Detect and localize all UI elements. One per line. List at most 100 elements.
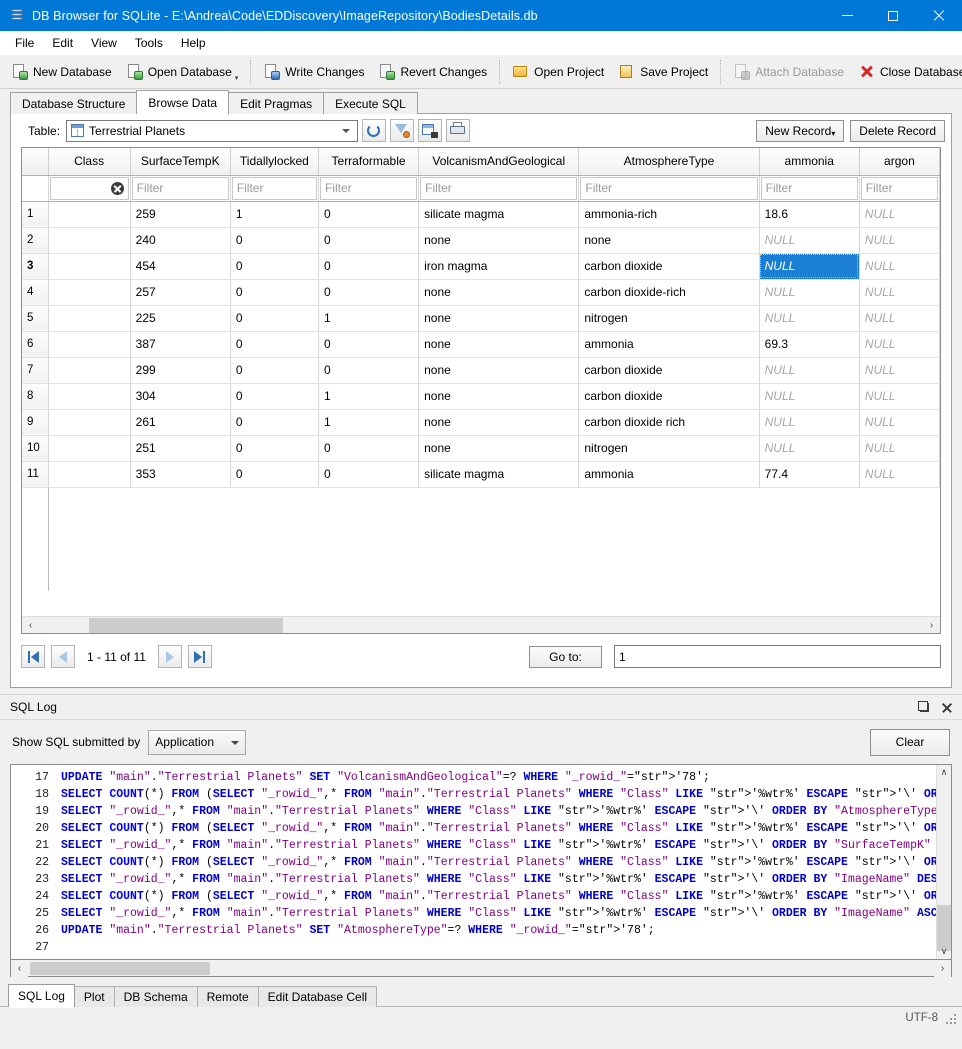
filter-cell-ammonia[interactable]: Filter [759,175,860,202]
cell-argon[interactable]: NULL [859,435,940,462]
scroll-down-icon[interactable]: ∨ [937,944,951,959]
scroll-right-icon[interactable]: › [934,959,951,977]
table-row[interactable]: 10 251 0 0 none nitrogen NULL NULL [22,435,940,462]
cell-terraformable[interactable]: 0 [318,461,420,488]
minimize-button[interactable] [824,0,870,31]
table-row[interactable]: 8 304 0 1 none carbon dioxide NULL NULL [22,383,940,410]
chevron-down-icon[interactable]: ▾ [235,74,239,82]
cell-class[interactable] [48,461,131,488]
table-row[interactable]: 9 261 0 1 none carbon dioxide rich NULL NULL [22,409,940,436]
cell-atmospheretype[interactable]: carbon dioxide-rich [578,279,760,306]
table-row[interactable]: 2 240 0 0 none none NULL NULL [22,227,940,254]
cell-atmospheretype[interactable]: carbon dioxide [578,253,760,280]
cell-volcanismandgeological[interactable]: none [418,409,580,436]
scroll-right-icon[interactable]: › [923,616,940,633]
cell-atmospheretype[interactable]: ammonia [578,461,760,488]
show-sql-select[interactable]: Application [148,729,247,755]
bottom-tab-edit-database-cell[interactable]: Edit Database Cell [257,986,378,1007]
cell-surfacetempk[interactable]: 299 [130,357,231,384]
cell-ammonia[interactable]: NULL [759,409,860,436]
cell-tidallylocked[interactable]: 0 [230,331,319,358]
go-first-button[interactable] [21,645,45,668]
save-project-button[interactable]: Save Project [611,59,715,85]
grid-corner-header[interactable] [22,148,49,176]
cell-volcanismandgeological[interactable]: none [418,279,580,306]
print-button[interactable] [446,119,471,142]
cell-ammonia[interactable]: NULL [759,279,860,306]
row-header[interactable]: 7 [22,357,49,384]
resize-grip-icon[interactable] [944,1012,956,1024]
cell-ammonia[interactable]: NULL [759,227,860,254]
selected-cell[interactable]: NULL [759,253,860,280]
filter-cell-class[interactable] [48,175,131,202]
cell-volcanismandgeological[interactable]: none [418,357,580,384]
table-row[interactable]: 11 353 0 0 silicate magma ammonia 77.4 NULL [22,461,940,488]
cell-tidallylocked[interactable]: 1 [230,201,319,228]
cell-tidallylocked[interactable]: 0 [230,227,319,254]
cell-argon[interactable]: NULL [859,331,940,358]
table-select[interactable]: Terrestrial Planets [66,119,359,142]
grid-hscroll-thumb[interactable] [89,617,283,633]
cell-surfacetempk[interactable]: 353 [130,461,231,488]
cell-tidallylocked[interactable]: 0 [230,357,319,384]
filter-cell-atmospheretype[interactable]: Filter [578,175,760,202]
cell-argon[interactable]: NULL [859,461,940,488]
close-panel-button[interactable] [936,697,956,717]
cell-terraformable[interactable]: 1 [318,409,420,436]
row-header[interactable]: 11 [22,461,49,488]
cell-tidallylocked[interactable]: 0 [230,253,319,280]
cell-ammonia[interactable]: 77.4 [759,461,860,488]
row-header[interactable]: 1 [22,201,49,228]
cell-argon[interactable]: NULL [859,279,940,306]
cell-surfacetempk[interactable]: 387 [130,331,231,358]
column-header-ammonia[interactable]: ammonia [759,148,860,176]
row-header[interactable]: 2 [22,227,49,254]
cell-ammonia[interactable]: 69.3 [759,331,860,358]
cell-surfacetempk[interactable]: 240 [130,227,231,254]
cell-volcanismandgeological[interactable]: none [418,227,580,254]
table-row[interactable]: 4 257 0 0 none carbon dioxide-rich NULL NULL [22,279,940,306]
sql-log-hscroll-track[interactable] [28,961,934,976]
scroll-left-icon[interactable]: ‹ [11,959,28,977]
scroll-left-icon[interactable]: ‹ [22,616,39,633]
cell-class[interactable] [48,409,131,436]
grid-horizontal-scrollbar[interactable]: ‹ › [22,616,940,633]
cell-class[interactable] [48,279,131,306]
tab-database-structure[interactable]: Database Structure [10,92,138,114]
cell-class[interactable] [48,357,131,384]
cell-terraformable[interactable]: 0 [318,279,420,306]
filter-cell-argon[interactable]: Filter [859,175,940,202]
clear-filters-button[interactable] [390,119,415,142]
cell-volcanismandgeological[interactable]: none [418,435,580,462]
bottom-tab-db-schema[interactable]: DB Schema [113,986,198,1007]
cell-surfacetempk[interactable]: 257 [130,279,231,306]
close-database-button[interactable]: Close Database [851,59,962,85]
sql-log-hscroll-thumb[interactable] [30,961,210,975]
sql-log-text[interactable]: UPDATE "main"."Terrestrial Planets" SET … [55,765,936,959]
column-header-class[interactable]: Class [48,148,131,176]
cell-surfacetempk[interactable]: 259 [130,201,231,228]
print-preview-button[interactable] [418,119,443,142]
column-header-atmospheretype[interactable]: AtmosphereType [578,148,760,176]
bottom-tab-remote[interactable]: Remote [196,986,259,1007]
goto-button[interactable]: Go to: [529,645,602,668]
grid-hscroll-track[interactable] [39,616,923,633]
cell-atmospheretype[interactable]: carbon dioxide [578,383,760,410]
cell-atmospheretype[interactable]: none [578,227,760,254]
new-record-button[interactable]: New Record ▾ [756,119,845,142]
bottom-tab-plot[interactable]: Plot [73,986,115,1007]
row-header[interactable]: 8 [22,383,49,410]
column-header-volcanismandgeological[interactable]: VolcanismAndGeological [418,148,580,176]
goto-input[interactable]: 1 [614,645,941,668]
table-row[interactable]: 7 299 0 0 none carbon dioxide NULL NULL [22,357,940,384]
cell-class[interactable] [48,331,131,358]
clear-filter-icon[interactable] [110,181,124,195]
cell-class[interactable] [48,201,131,228]
cell-class[interactable] [48,383,131,410]
column-header-surfacetempk[interactable]: SurfaceTempK [130,148,231,176]
cell-tidallylocked[interactable]: 0 [230,461,319,488]
cell-terraformable[interactable]: 1 [318,383,420,410]
row-header[interactable]: 5 [22,305,49,332]
cell-ammonia[interactable]: NULL [759,435,860,462]
cell-atmospheretype[interactable]: nitrogen [578,305,760,332]
